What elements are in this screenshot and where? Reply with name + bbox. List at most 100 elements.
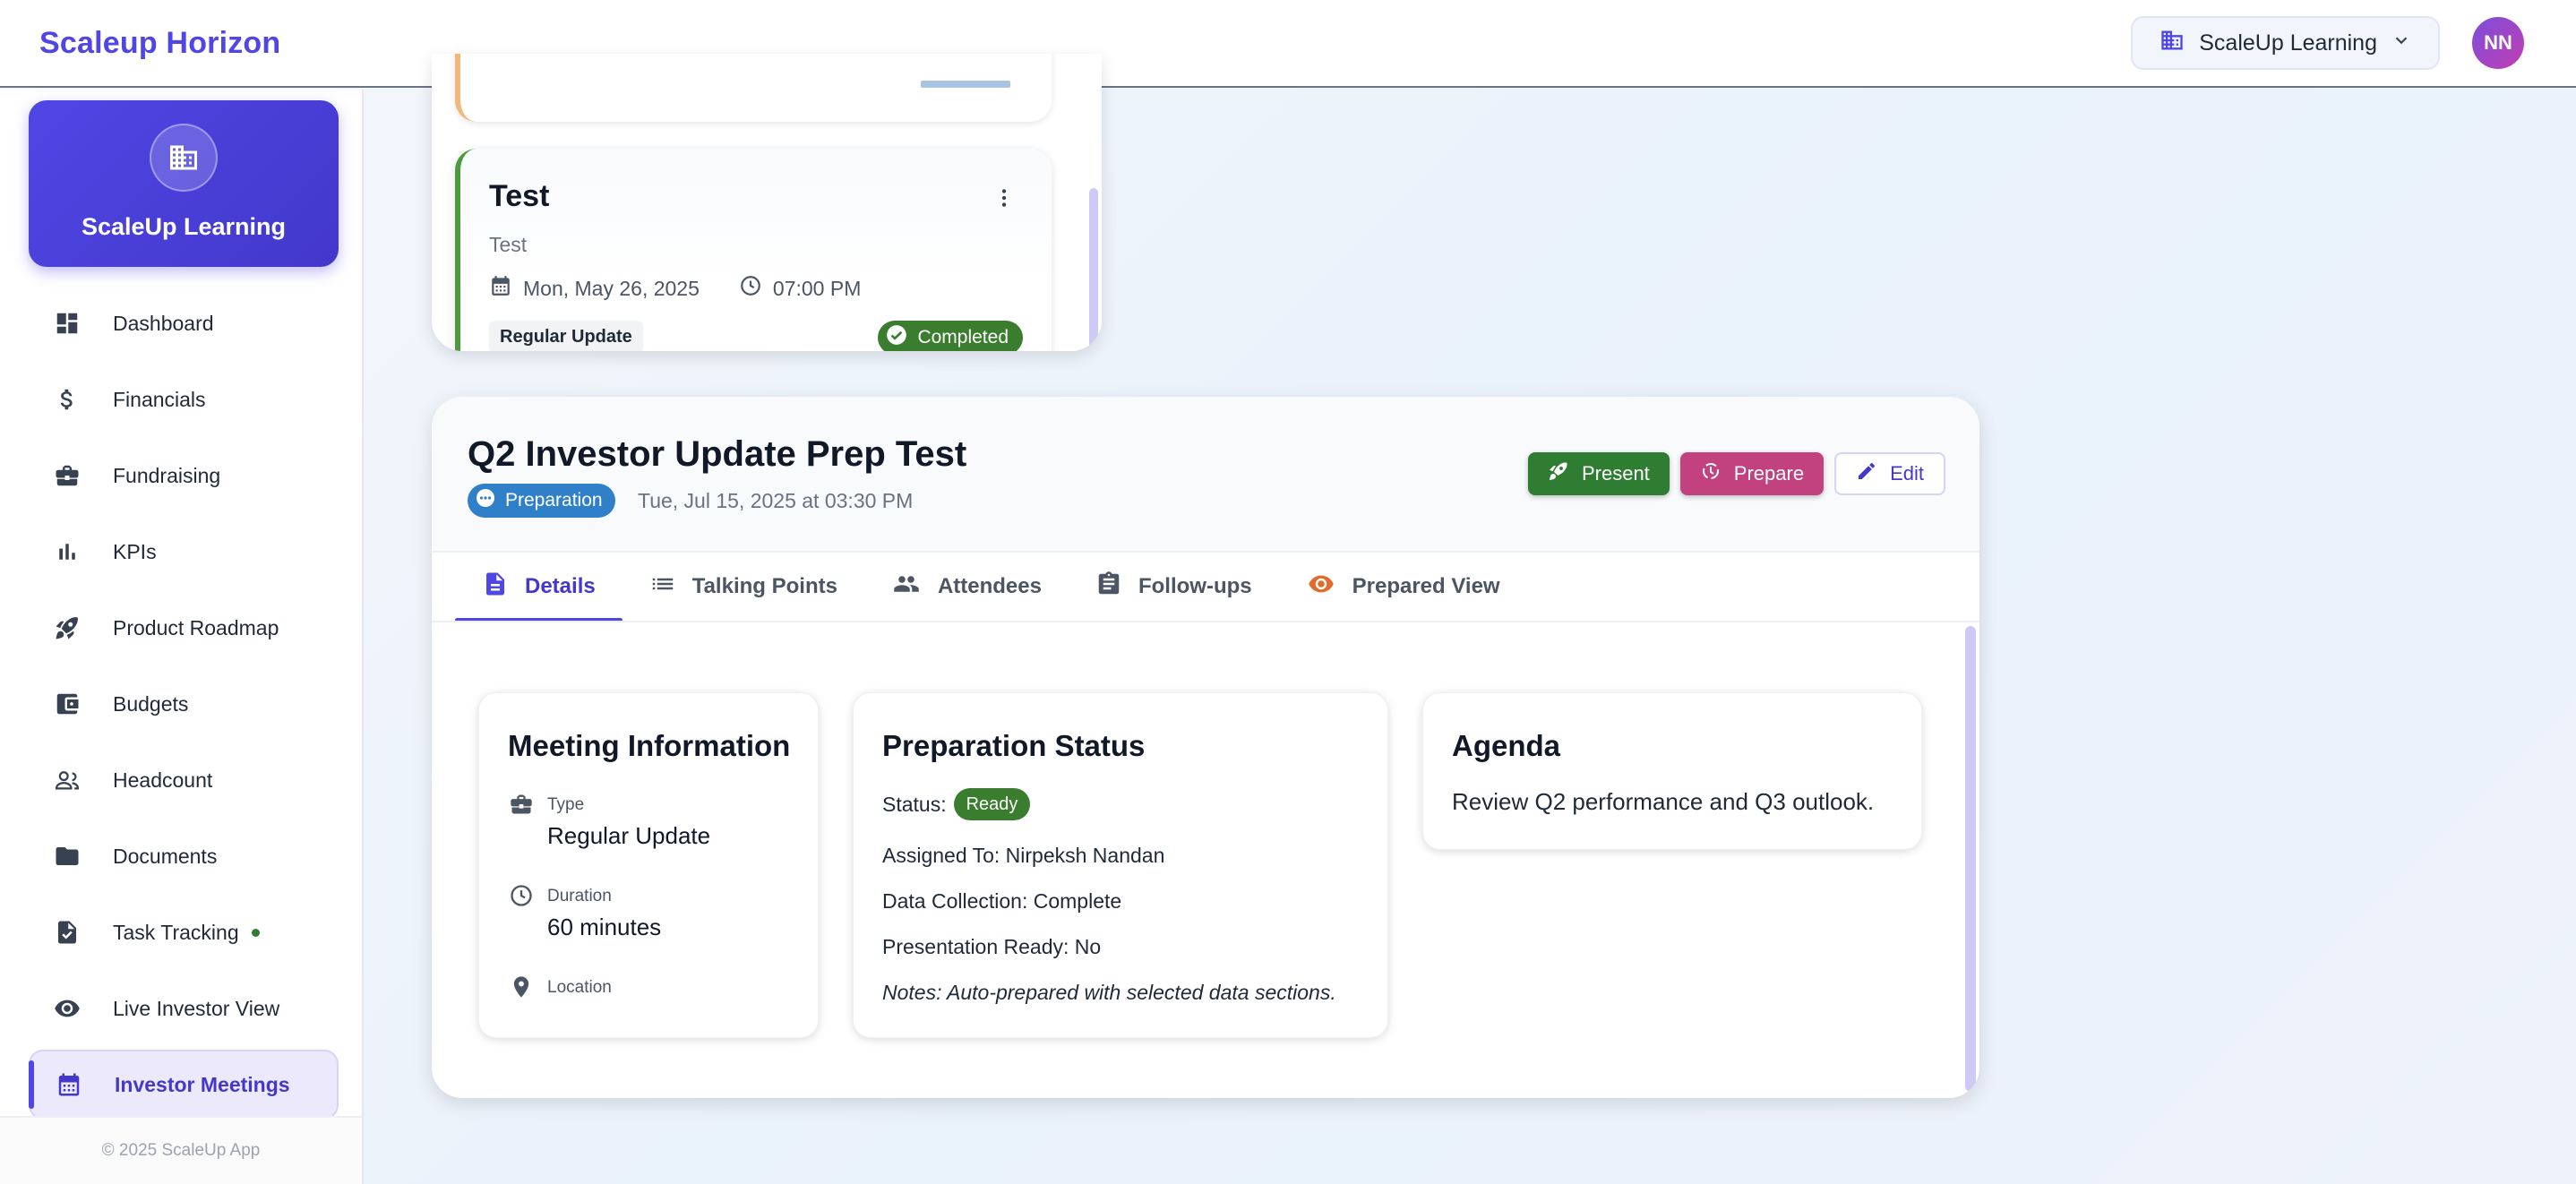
meeting-information-title: Meeting Information [508, 729, 791, 762]
data-collection-line: Data Collection: Complete [882, 889, 1122, 913]
meeting-card-previous-button[interactable] [921, 81, 1010, 88]
clipboard-icon [1095, 571, 1122, 604]
meeting-detail-title: Q2 Investor Update Prep Test [468, 434, 967, 474]
meeting-detail-panel: Q2 Investor Update Prep Test Preparation… [432, 397, 1979, 1098]
sidebar-item-label: Task Tracking [113, 920, 239, 944]
presentation-ready-line: Presentation Ready: No [882, 935, 1102, 958]
meeting-card-date: Mon, May 26, 2025 [523, 276, 700, 300]
agenda-text: Review Q2 performance and Q3 outlook. [1452, 788, 1875, 815]
meeting-tabs: Details Talking Points Attendees Follow-… [455, 553, 1527, 622]
people-icon [891, 571, 922, 604]
meeting-card-meta: Mon, May 26, 2025 07:00 PM [489, 274, 861, 303]
briefcase-icon [508, 792, 535, 819]
prep-status-line: Status: Ready [882, 788, 1031, 820]
calendar-icon [54, 1069, 84, 1100]
sidebar-item-live-investor-view[interactable]: Live Investor View [29, 974, 339, 1043]
tab-label: Prepared View [1352, 574, 1500, 598]
tab-label: Details [525, 574, 596, 598]
chevron-down-icon [2391, 30, 2411, 56]
meeting-status-label: Completed [917, 327, 1009, 347]
sidebar-item-label: Headcount [113, 768, 213, 792]
list-scrollbar[interactable] [1089, 188, 1098, 349]
tab-details[interactable]: Details [455, 553, 623, 622]
sidebar-nav: Dashboard Financials Fundraising KPIs Pr… [29, 288, 339, 1126]
preparation-status-title: Preparation Status [882, 729, 1146, 762]
meeting-location-field: Location [508, 974, 612, 1001]
org-building-icon [150, 124, 218, 192]
sidebar-item-product-roadmap[interactable]: Product Roadmap [29, 593, 339, 663]
sidebar-item-label: Financials [113, 387, 206, 411]
sidebar-item-dashboard[interactable]: Dashboard [29, 288, 339, 358]
meeting-information-card: Meeting Information Type Regular Update … [478, 692, 819, 1038]
meeting-detail-header: Q2 Investor Update Prep Test Preparation… [432, 397, 1979, 553]
present-button[interactable]: Present [1527, 452, 1670, 495]
sidebar-org-card[interactable]: ScaleUp Learning [29, 100, 339, 267]
tab-attendees[interactable]: Attendees [864, 553, 1069, 621]
location-pin-icon [508, 974, 535, 1001]
check-circle-icon [885, 323, 908, 351]
prepare-button-label: Prepare [1733, 462, 1805, 485]
folder-icon [52, 841, 82, 871]
sidebar-item-label: Product Roadmap [113, 615, 279, 639]
tab-follow-ups[interactable]: Follow-ups [1069, 553, 1279, 621]
sidebar-item-documents[interactable]: Documents [29, 821, 339, 891]
meeting-type-field: Type Regular Update [508, 792, 710, 850]
preparation-status-label: Preparation [505, 490, 603, 510]
sidebar-item-fundraising[interactable]: Fundraising [29, 441, 339, 510]
preparation-status-chip: Preparation [468, 484, 615, 518]
sidebar-item-label: Fundraising [113, 463, 221, 487]
rocket-icon [52, 613, 82, 643]
sidebar-item-headcount[interactable]: Headcount [29, 745, 339, 815]
meeting-card[interactable]: Test Test Mon, May 26, 2025 07:00 PM Reg… [455, 149, 1052, 351]
sidebar-item-label: Investor Meetings [115, 1072, 290, 1096]
sidebar-item-financials[interactable]: Financials [29, 365, 339, 434]
more-vert-icon[interactable] [991, 184, 1018, 211]
prepare-icon [1700, 460, 1722, 487]
sidebar-item-label: Budgets [113, 691, 189, 716]
organization-selector-label: ScaleUp Learning [2199, 30, 2377, 56]
tab-label: Talking Points [691, 574, 837, 598]
sidebar-item-label: Documents [113, 844, 218, 868]
edit-button[interactable]: Edit [1834, 452, 1945, 495]
rocket-icon [1548, 460, 1569, 487]
meeting-duration-label: Duration [547, 887, 612, 905]
meeting-actions: Present Prepare Edit [1527, 452, 1945, 495]
building-icon [2160, 28, 2185, 59]
meeting-card-previous[interactable] [455, 54, 1052, 122]
top-header: Scaleup Horizon ScaleUp Learning NN [0, 0, 2576, 88]
sidebar-item-task-tracking[interactable]: Task Tracking [29, 897, 339, 967]
meeting-card-time: 07:00 PM [772, 276, 862, 300]
sidebar-item-budgets[interactable]: Budgets [29, 669, 339, 739]
agenda-title: Agenda [1452, 729, 1561, 762]
pending-icon [475, 487, 496, 514]
tab-label: Follow-ups [1138, 574, 1252, 598]
sidebar-item-label: KPIs [113, 539, 157, 563]
sidebar-item-investor-meetings[interactable]: Investor Meetings [29, 1050, 339, 1120]
document-icon [482, 571, 509, 604]
detail-scrollbar[interactable] [1965, 626, 1976, 1092]
bar-chart-icon [52, 536, 82, 567]
sidebar-item-label: Live Investor View [113, 996, 280, 1020]
tabs-divider [432, 621, 1979, 622]
meeting-type-label: Type [547, 795, 585, 814]
sidebar-item-kpis[interactable]: KPIs [29, 517, 339, 587]
organization-selector[interactable]: ScaleUp Learning [2131, 16, 2440, 70]
dashboard-icon [52, 308, 82, 339]
meeting-status-chip: Completed [878, 321, 1023, 351]
meeting-duration-field: Duration 60 minutes [508, 883, 661, 941]
brand-logo-text[interactable]: Scaleup Horizon [39, 26, 280, 61]
tab-prepared-view[interactable]: Prepared View [1279, 553, 1527, 621]
notification-dot [251, 928, 260, 937]
assigned-to-line: Assigned To: Nirpeksh Nandan [882, 844, 1165, 867]
briefcase-icon [52, 460, 82, 491]
prep-notes-line: Notes: Auto-prepared with selected data … [882, 981, 1336, 1004]
user-avatar[interactable]: NN [2472, 17, 2524, 69]
clock-icon [739, 274, 762, 303]
sidebar-org-name: ScaleUp Learning [81, 213, 287, 240]
people-icon [52, 765, 82, 795]
tab-talking-points[interactable]: Talking Points [623, 553, 864, 621]
sidebar-item-label: Dashboard [113, 311, 214, 335]
task-icon [52, 917, 82, 948]
eye-icon [52, 993, 82, 1024]
prepare-button[interactable]: Prepare [1679, 452, 1825, 495]
